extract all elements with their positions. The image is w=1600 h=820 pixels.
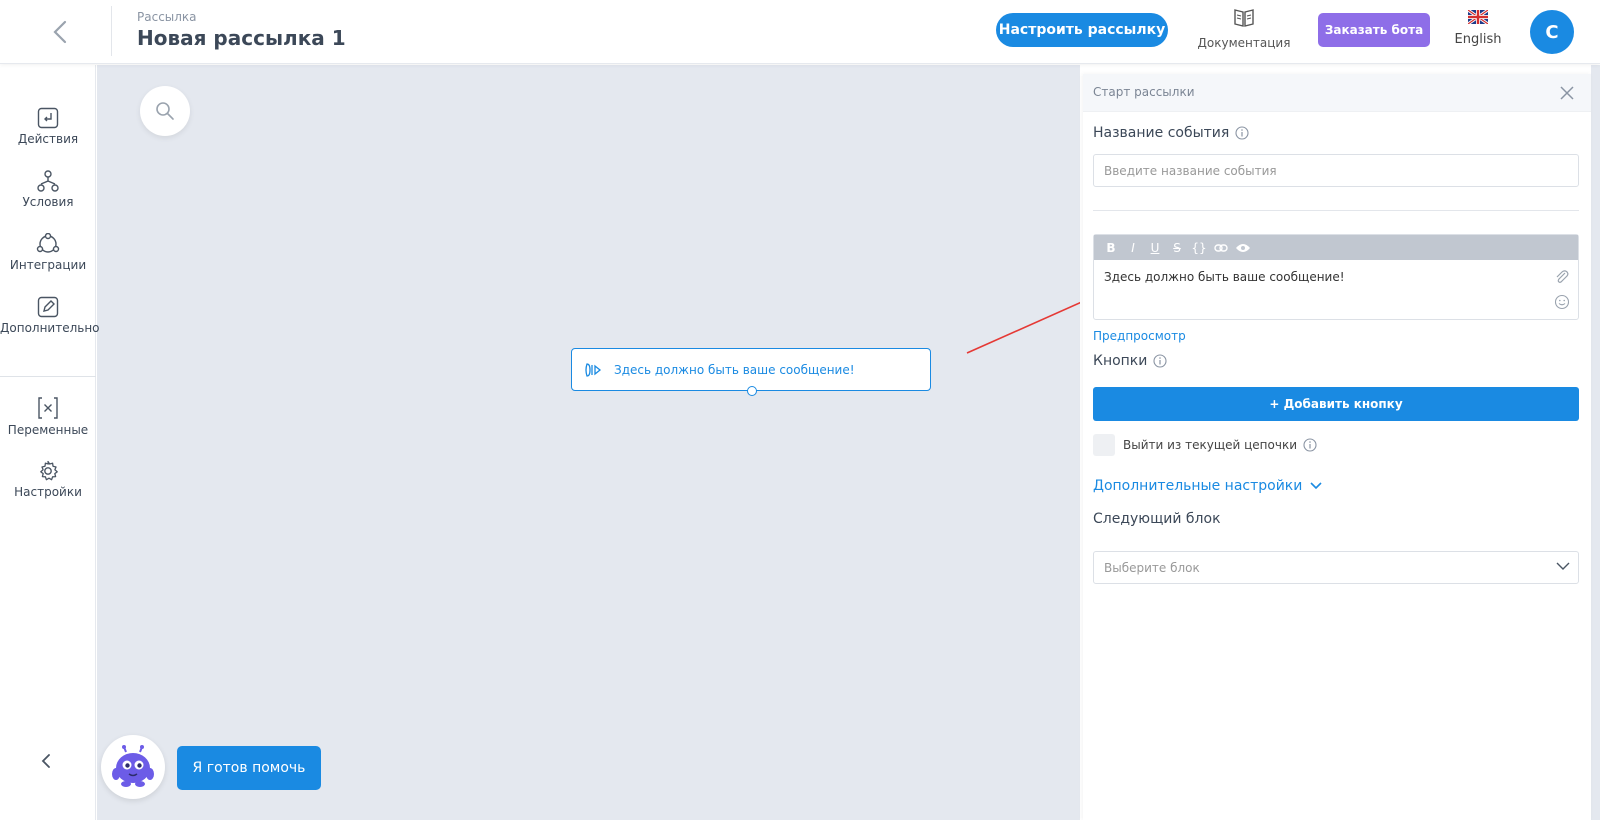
add-button-button[interactable]: + Добавить кнопку [1093, 387, 1579, 421]
next-block-label-text: Следующий блок [1093, 511, 1221, 527]
search-icon [156, 102, 174, 120]
page-title: Новая рассылка 1 [137, 26, 346, 50]
italic-button[interactable]: I [1122, 238, 1144, 258]
language-label: English [1454, 32, 1502, 47]
conditions-icon [37, 170, 59, 192]
info-icon[interactable] [1303, 438, 1317, 452]
exit-chain-checkbox[interactable] [1093, 434, 1115, 456]
breadcrumb[interactable]: Рассылка [137, 10, 197, 24]
uk-flag-icon [1468, 10, 1488, 24]
language-switcher[interactable]: English [1448, 10, 1508, 47]
documentation-label: Документация [1197, 36, 1291, 50]
help-button[interactable]: Я готов помочь [177, 746, 321, 790]
book-icon [1234, 9, 1254, 27]
sidebar-item-label: Действия [17, 132, 79, 146]
back-button[interactable] [40, 14, 80, 50]
attach-file-button[interactable] [1554, 269, 1570, 289]
advanced-settings-toggle[interactable]: Дополнительные настройки [1093, 478, 1322, 494]
sidebar-item-label: Интеграции [9, 258, 87, 272]
sidebar-item-label: Дополнительно [0, 321, 100, 335]
event-name-label-text: Название события [1093, 125, 1230, 141]
robot-mascot-icon [112, 745, 154, 787]
sidebar-item-actions[interactable]: Действия [0, 107, 96, 163]
paperclip-icon [1556, 270, 1569, 283]
exit-chain-label: Выйти из текущей цепочки [1123, 438, 1297, 452]
strikethrough-button[interactable]: S [1166, 238, 1188, 258]
panel-header: Старт рассылки [1083, 74, 1591, 112]
top-header: Рассылка Новая рассылка 1 Настроить расс… [0, 0, 1600, 64]
event-name-input[interactable]: Введите название события [1093, 154, 1579, 187]
buttons-label: Кнопки [1093, 353, 1167, 369]
next-block-placeholder: Выберите блок [1104, 560, 1200, 575]
info-icon[interactable] [1153, 354, 1167, 368]
link-button[interactable] [1210, 238, 1232, 258]
collapse-sidebar-button[interactable] [30, 745, 62, 777]
chevron-down-icon [1556, 562, 1570, 570]
chevron-left-icon [53, 20, 67, 44]
node-output-port[interactable] [747, 386, 757, 396]
exit-chain-row: Выйти из текущей цепочки [1093, 434, 1317, 456]
emoji-icon [1554, 294, 1570, 310]
sidebar-item-label: Переменные [7, 423, 89, 437]
panel-scrollbar[interactable] [1591, 65, 1600, 820]
message-send-icon [585, 362, 602, 377]
panel-divider [1093, 210, 1579, 211]
editor-toolbar: B I U S {} [1094, 235, 1578, 260]
edit-icon [37, 296, 59, 318]
message-node-text: Здесь должно быть ваше сообщение! [614, 362, 855, 377]
next-block-select[interactable]: Выберите блок [1093, 551, 1579, 584]
setup-mailing-button[interactable]: Настроить рассылку [996, 13, 1168, 47]
info-icon[interactable] [1235, 126, 1249, 140]
message-node[interactable]: Здесь должно быть ваше сообщение! [571, 348, 931, 396]
chevron-left-icon [41, 754, 50, 768]
next-block-label: Следующий блок [1093, 511, 1221, 527]
sidebar-item-conditions[interactable]: Условия [0, 170, 96, 226]
eye-icon [1236, 243, 1250, 252]
sidebar-item-label: Условия [22, 195, 74, 209]
close-panel-button[interactable] [1557, 83, 1577, 103]
link-icon [1214, 243, 1228, 252]
sidebar-item-variables[interactable]: Переменные [0, 396, 96, 452]
gear-icon [40, 460, 58, 481]
close-icon [1560, 86, 1574, 100]
annotation-arrow [966, 301, 1080, 354]
bold-button[interactable]: B [1100, 238, 1122, 258]
sidebar-item-label: Настройки [14, 485, 82, 499]
canvas-search-button[interactable] [140, 86, 190, 136]
sidebar-item-additional[interactable]: Дополнительно [0, 296, 100, 352]
preview-link[interactable]: Предпросмотр [1093, 329, 1186, 343]
left-sidebar: Действия Условия Интеграции Дополнительн… [0, 65, 100, 820]
buttons-label-text: Кнопки [1093, 353, 1148, 369]
documentation-link[interactable]: Документация [1196, 8, 1292, 56]
sidebar-item-settings[interactable]: Настройки [0, 460, 96, 516]
user-avatar[interactable]: C [1530, 10, 1574, 54]
code-button[interactable]: {} [1188, 238, 1210, 258]
emoji-button[interactable] [1554, 294, 1570, 314]
actions-icon [37, 107, 59, 129]
order-bot-button[interactable]: Заказать бота [1318, 13, 1430, 47]
header-divider [111, 6, 112, 56]
panel-title: Старт рассылки [1093, 85, 1195, 99]
advanced-settings-label: Дополнительные настройки [1093, 478, 1303, 494]
message-editor[interactable]: B I U S {} Здесь должно быть ваше сообще… [1093, 234, 1579, 320]
block-settings-panel: Старт рассылки Название события Введите … [1083, 74, 1591, 820]
sidebar-item-integrations[interactable]: Интеграции [0, 233, 96, 289]
integrations-icon [36, 233, 60, 253]
flow-canvas[interactable]: Здесь должно быть ваше сообщение! Я гото… [97, 65, 1080, 820]
assistant-bot-avatar[interactable] [101, 735, 165, 799]
sidebar-divider [0, 376, 96, 377]
variables-icon [38, 397, 58, 419]
chevron-down-icon [1310, 482, 1322, 490]
underline-button[interactable]: U [1144, 238, 1166, 258]
preview-toggle-button[interactable] [1232, 238, 1254, 258]
event-name-label: Название события [1093, 125, 1249, 141]
message-text[interactable]: Здесь должно быть ваше сообщение! [1104, 270, 1345, 284]
